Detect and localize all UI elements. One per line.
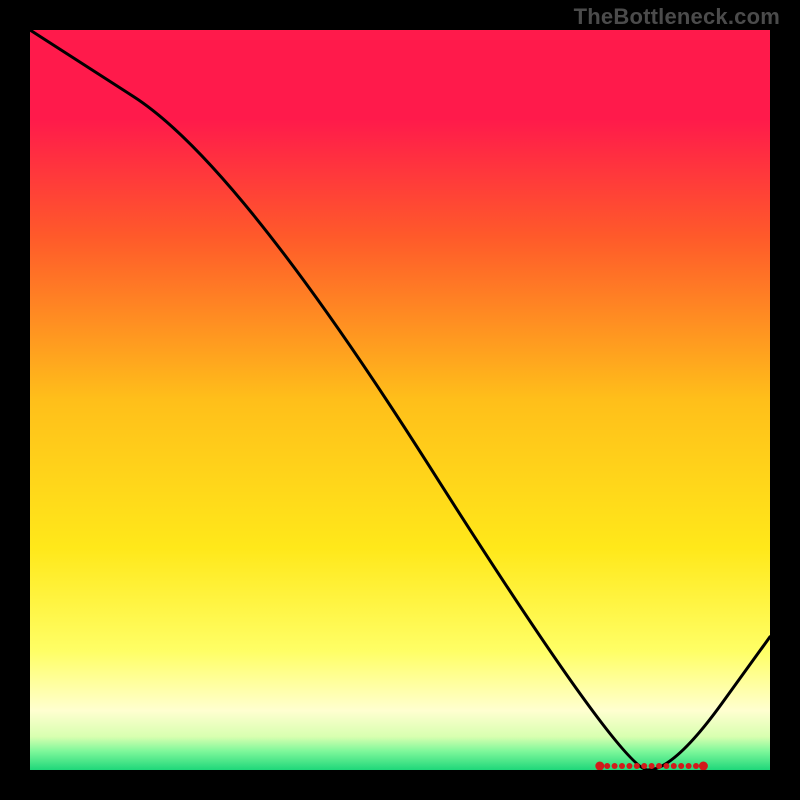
plot-area [30,30,770,770]
bottleneck-chart [30,30,770,770]
gradient-background [30,30,770,770]
chart-frame: TheBottleneck.com [0,0,800,800]
watermark-text: TheBottleneck.com [574,4,780,30]
